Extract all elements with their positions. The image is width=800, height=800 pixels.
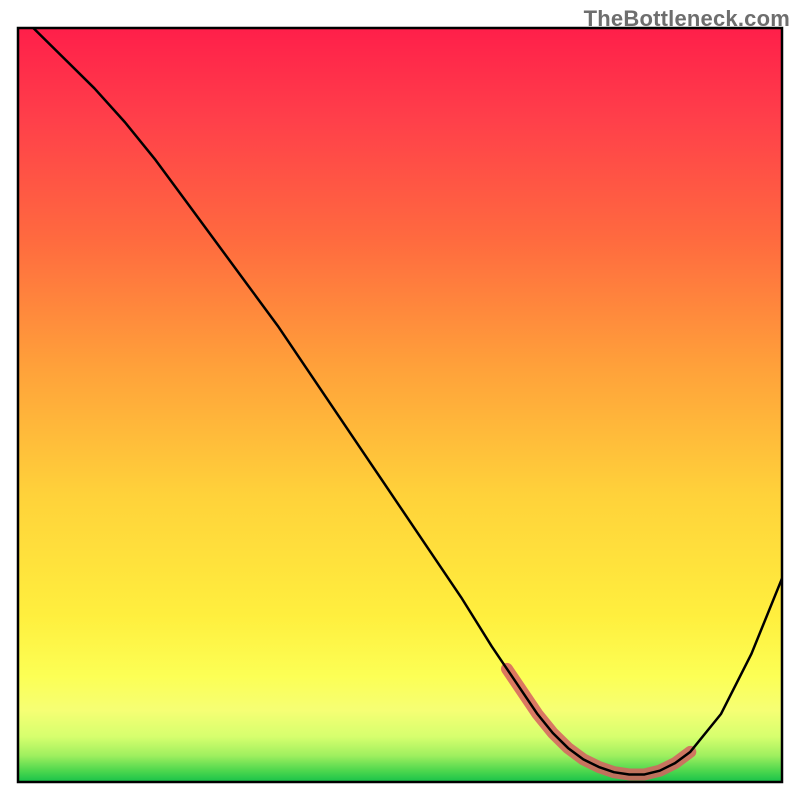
gradient-background: [18, 28, 782, 782]
watermark-text: TheBottleneck.com: [584, 6, 790, 32]
bottleneck-chart: [0, 0, 800, 800]
chart-container: TheBottleneck.com: [0, 0, 800, 800]
